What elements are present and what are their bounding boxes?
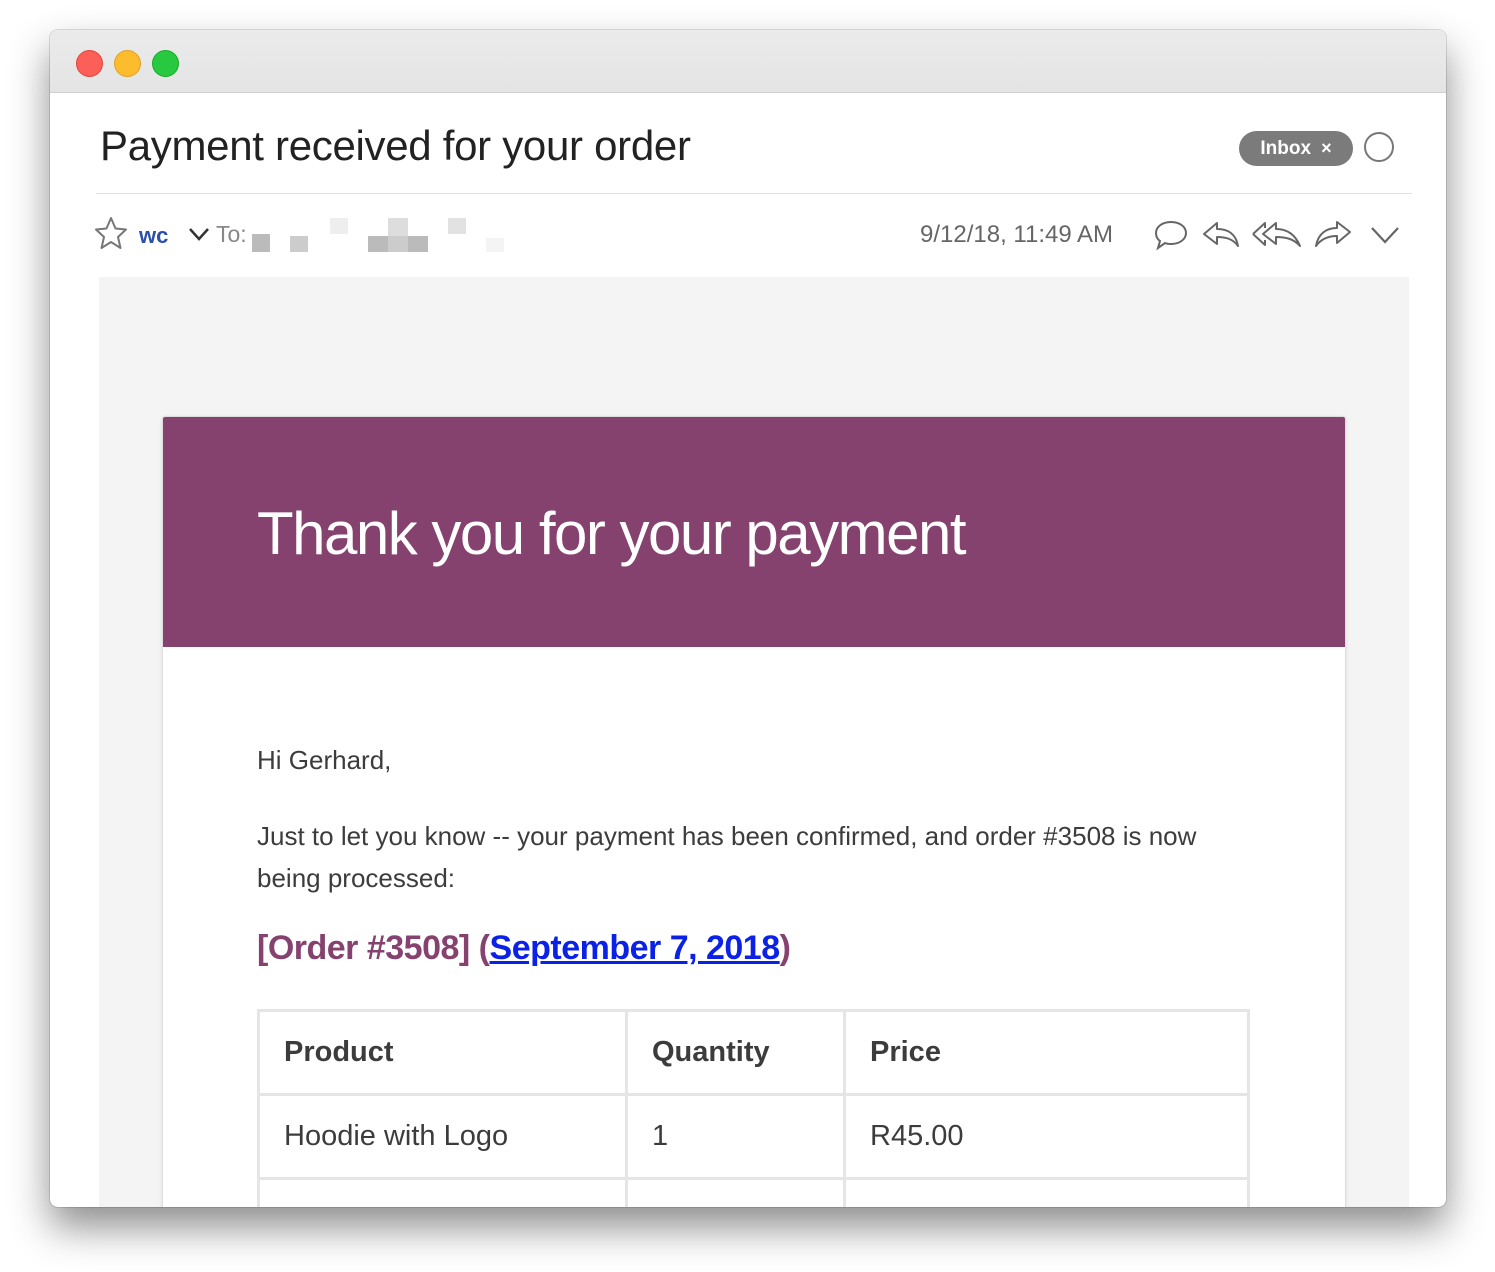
- more-chevron-icon[interactable]: [1368, 218, 1402, 252]
- cell-empty: [625, 1177, 846, 1207]
- chevron-down-icon[interactable]: [187, 223, 211, 245]
- order-table: Product Quantity Price Hoodie with Logo …: [257, 1009, 1250, 1207]
- speech-bubble-icon[interactable]: [1153, 218, 1189, 252]
- message-subject: Payment received for your order: [100, 122, 691, 169]
- minimize-window-button[interactable]: [114, 50, 141, 77]
- email-template-card: Thank you for your payment Hi Gerhard, J…: [162, 416, 1346, 1207]
- cell-quantity: 1: [625, 1093, 846, 1180]
- cell-empty: [843, 1177, 1250, 1207]
- column-header-quantity: Quantity: [625, 1009, 846, 1096]
- redacted-recipient: [252, 218, 504, 252]
- table-row-partial: [257, 1177, 1250, 1207]
- window-titlebar: [50, 30, 1446, 93]
- sender-name[interactable]: wc: [139, 223, 168, 249]
- cell-product: Hoodie with Logo: [257, 1093, 628, 1180]
- email-heading: Thank you for your payment: [257, 500, 967, 567]
- message-body: Thank you for your payment Hi Gerhard, J…: [99, 277, 1409, 1207]
- forward-icon[interactable]: [1312, 218, 1354, 252]
- cell-price: R45.00: [843, 1093, 1250, 1180]
- paren-open: (: [469, 929, 490, 967]
- remove-label-icon[interactable]: ×: [1321, 138, 1332, 159]
- mail-window: Payment received for your order Inbox × …: [50, 30, 1446, 1207]
- reply-all-icon[interactable]: [1250, 218, 1304, 252]
- cell-empty: [257, 1177, 628, 1207]
- inbox-label-text: Inbox: [1260, 137, 1312, 159]
- paren-close: ): [779, 929, 791, 967]
- email-header-banner: Thank you for your payment: [163, 417, 1345, 647]
- greeting-text: Hi Gerhard,: [257, 745, 392, 775]
- mark-read-toggle[interactable]: [1364, 132, 1394, 162]
- order-date-link[interactable]: September 7, 2018: [490, 929, 781, 967]
- column-header-product: Product: [257, 1009, 628, 1096]
- intro-text: Just to let you know -- your payment has…: [257, 821, 1197, 893]
- reply-icon[interactable]: [1200, 218, 1242, 252]
- to-label: To:: [216, 221, 247, 247]
- table-header-row: Product Quantity Price: [257, 1009, 1250, 1096]
- header-divider: [96, 193, 1412, 194]
- column-header-price: Price: [843, 1009, 1250, 1096]
- message-datetime: 9/12/18, 11:49 AM: [920, 221, 1114, 248]
- table-row: Hoodie with Logo 1 R45.00: [257, 1093, 1250, 1180]
- order-heading: [Order #3508] (September 7, 2018): [257, 929, 791, 968]
- star-icon[interactable]: [94, 216, 128, 250]
- close-window-button[interactable]: [76, 50, 103, 77]
- inbox-label-badge[interactable]: Inbox ×: [1239, 131, 1353, 166]
- maximize-window-button[interactable]: [152, 50, 179, 77]
- order-number: [Order #3508]: [257, 929, 470, 967]
